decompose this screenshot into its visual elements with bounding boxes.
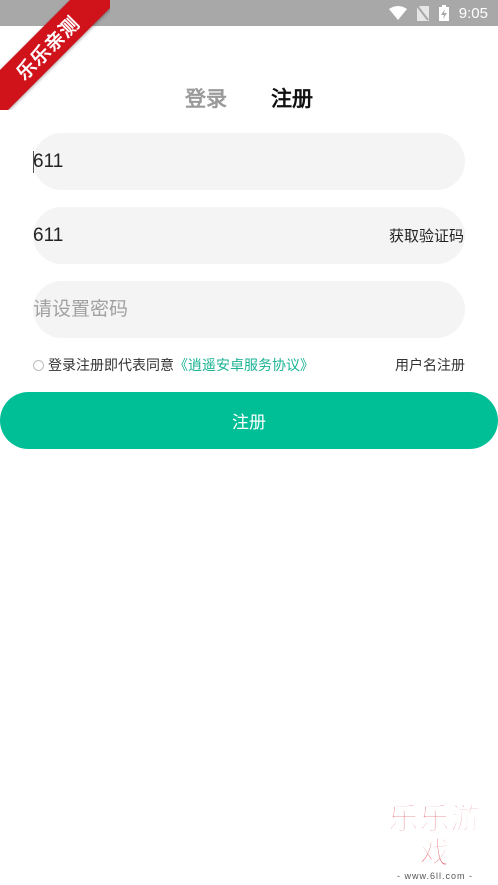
tab-login[interactable]: 登录 [185,84,227,114]
phone-field [33,133,465,190]
text-cursor [33,151,34,173]
phone-input[interactable] [33,133,465,190]
password-field [33,281,465,338]
status-icons: 9:05 [388,0,488,26]
site-watermark: 乐乐游戏 - www.6ll.com - [376,802,494,881]
watermark-title: 乐乐游戏 [388,802,482,871]
agreement-radio[interactable] [33,359,44,371]
agreement-text: 登录注册即代表同意 [48,358,174,374]
get-code-button[interactable]: 获取验证码 [389,225,464,246]
battery-charging-icon [438,5,449,21]
agreement-row: 登录注册即代表同意 《逍遥安卓服务协议》 用户名注册 [33,355,465,375]
code-input[interactable] [33,207,389,264]
tab-register[interactable]: 注册 [271,84,313,114]
wifi-icon [388,6,407,20]
register-button[interactable]: 注册 [0,392,498,449]
watermark-url: - www.6ll.com - [396,871,473,881]
password-input[interactable] [33,281,465,338]
status-time: 9:05 [458,4,488,22]
status-bar: 9:05 [0,0,498,26]
agreement-link[interactable]: 《逍遥安卓服务协议》 [174,355,314,375]
code-field: 获取验证码 [33,207,465,264]
auth-tabs: 登录 注册 [0,84,498,114]
no-sim-icon [416,5,429,21]
username-register-link[interactable]: 用户名注册 [395,355,465,375]
